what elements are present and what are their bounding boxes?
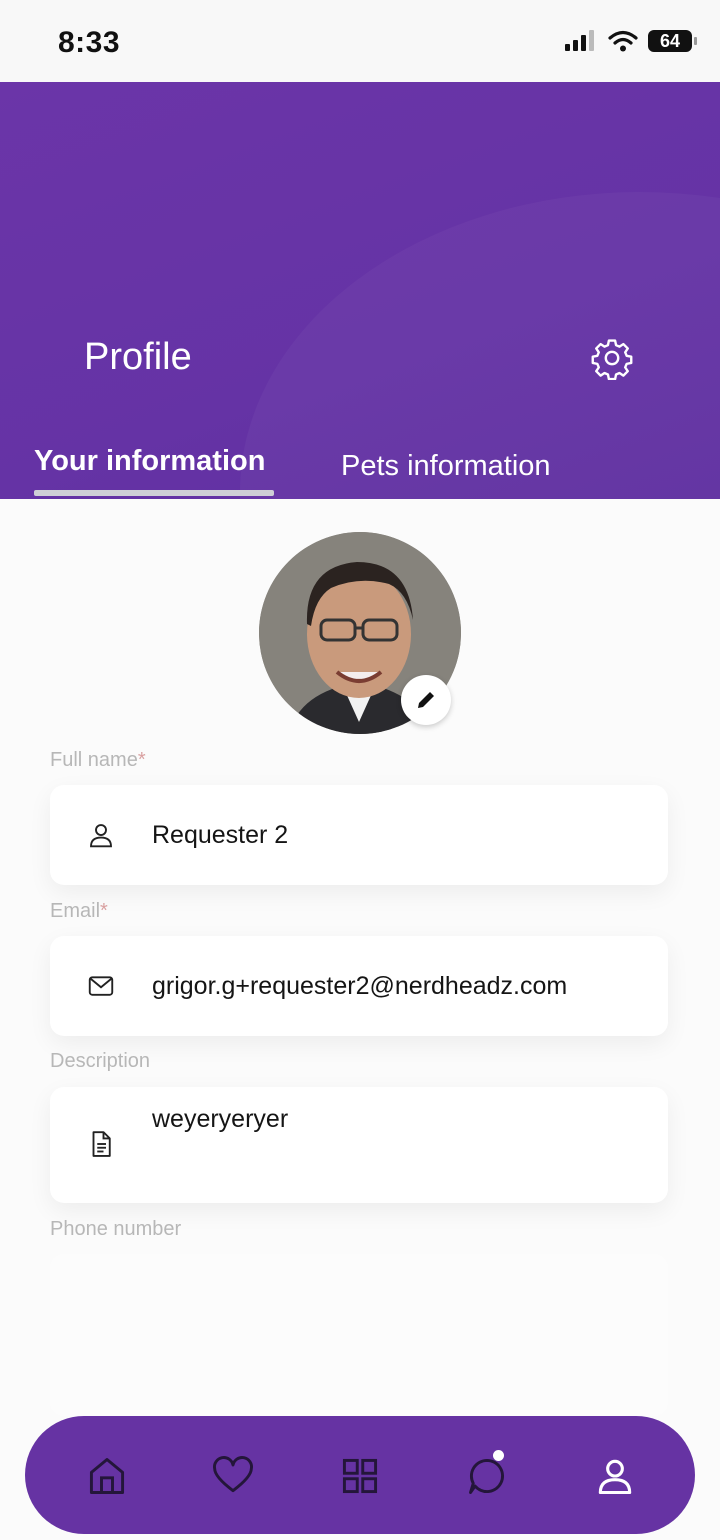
heart-icon[interactable] xyxy=(211,1454,255,1498)
document-icon xyxy=(92,1131,111,1157)
full-name-label-text: Full name xyxy=(50,749,138,771)
edit-avatar-button[interactable] xyxy=(401,675,451,725)
email-value: grigor.g+requester2@nerdheadz.com xyxy=(152,972,568,1000)
email-label: Email* xyxy=(50,900,108,923)
phone-label: Phone number xyxy=(50,1218,182,1240)
required-mark: * xyxy=(100,900,108,922)
email-field[interactable]: grigor.g+requester2@nerdheadz.com xyxy=(50,936,668,1036)
page-title: Profile xyxy=(84,336,192,378)
signal-icon xyxy=(565,30,594,51)
avatar-container xyxy=(259,532,461,734)
full-name-value: Requester 2 xyxy=(152,821,289,849)
profile-header: Profile Your information Pets informatio… xyxy=(0,82,720,499)
user-icon[interactable] xyxy=(593,1454,637,1498)
required-mark: * xyxy=(137,749,146,771)
status-bar: 8:33 64 xyxy=(0,0,720,82)
gear-icon[interactable] xyxy=(590,336,634,380)
pencil-icon xyxy=(418,692,434,708)
battery-level: 64 xyxy=(659,30,681,51)
email-label-text: Email xyxy=(50,900,101,922)
mail-icon xyxy=(88,976,114,996)
chat-icon xyxy=(469,1458,504,1494)
full-name-label: Full name* xyxy=(50,749,146,772)
bottom-nav xyxy=(25,1416,695,1534)
status-time: 8:33 xyxy=(58,26,121,59)
grid-icon[interactable] xyxy=(338,1454,382,1498)
active-tab-indicator xyxy=(34,490,274,496)
tab-your-information[interactable]: Your information xyxy=(34,445,265,478)
description-label: Description xyxy=(50,1050,151,1072)
description-field[interactable]: weyeryeryer xyxy=(50,1087,668,1203)
battery-icon: 64 xyxy=(648,30,697,52)
notification-dot xyxy=(493,1450,504,1461)
home-icon[interactable] xyxy=(85,1454,129,1498)
user-icon xyxy=(90,824,112,848)
phone-field[interactable] xyxy=(50,1254,668,1416)
full-name-field[interactable]: Requester 2 xyxy=(50,785,668,885)
description-value: weyeryeryer xyxy=(152,1105,289,1133)
wifi-icon xyxy=(608,30,638,52)
chat-button[interactable] xyxy=(465,1450,509,1498)
status-icons: 64 xyxy=(564,30,697,52)
tab-pets-information[interactable]: Pets information xyxy=(341,450,551,483)
